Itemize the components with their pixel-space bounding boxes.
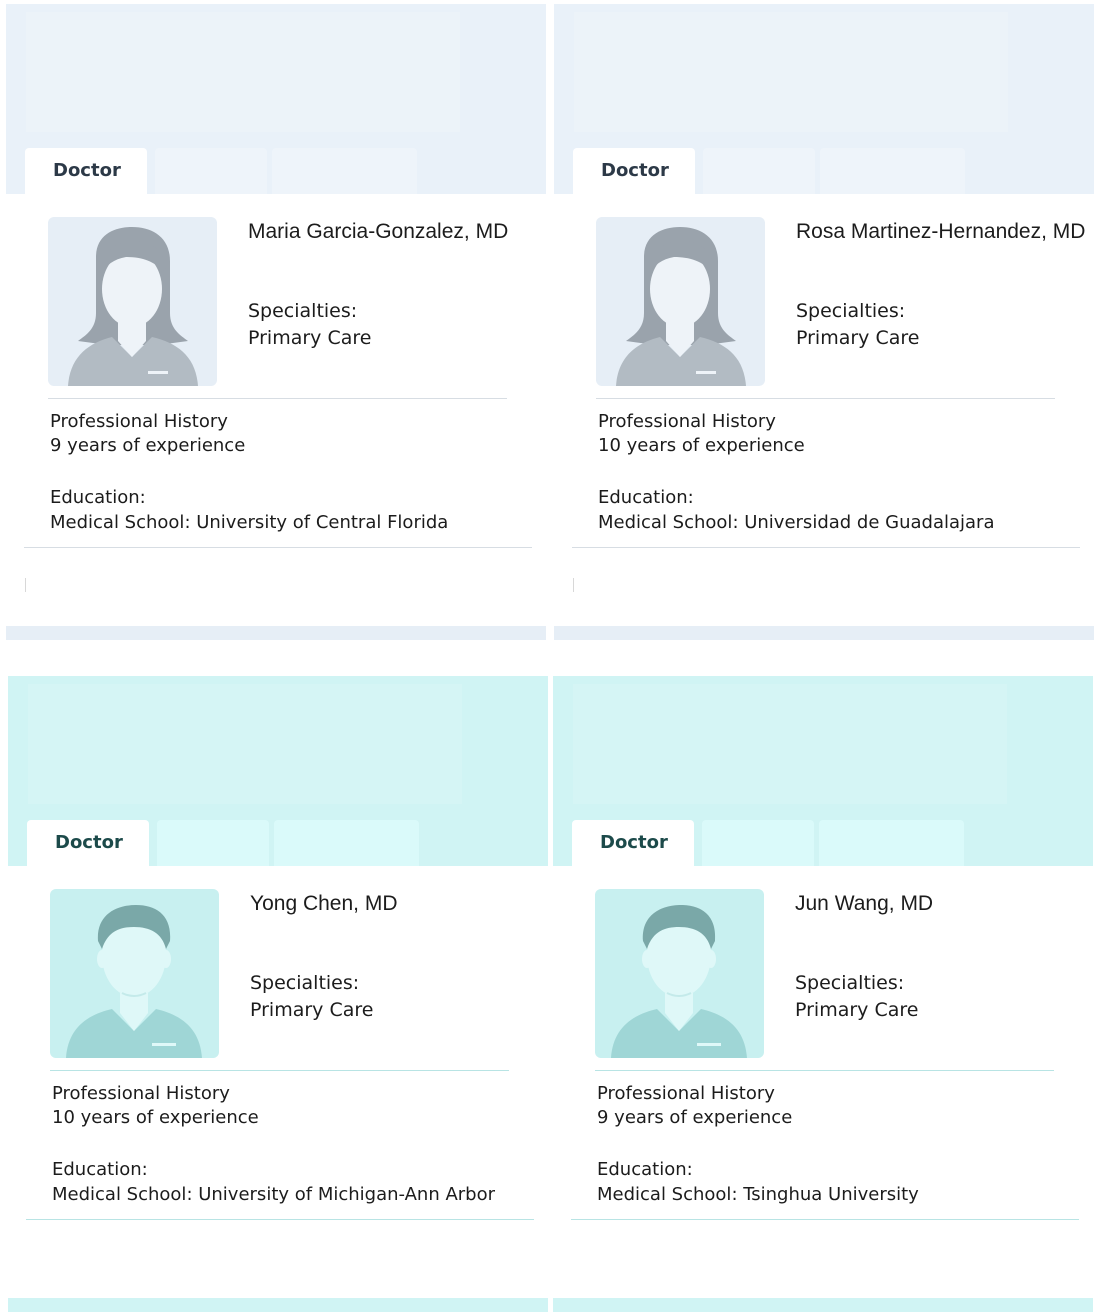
doctor-name: Rosa Martinez-Hernandez, MD [796, 220, 1086, 243]
history-label: Professional History [597, 1083, 775, 1104]
doctor-name: Maria Garcia-Gonzalez, MD [248, 220, 509, 243]
specialties-value: Primary Care [248, 327, 372, 349]
tab-doctor[interactable]: Doctor [25, 148, 147, 194]
history-label: Professional History [50, 411, 228, 432]
doctor-card: Doctor Maria Garcia-Gonzalez, MD Special… [6, 4, 546, 640]
text-cursor [573, 578, 574, 592]
history-label: Professional History [598, 411, 776, 432]
male-doctor-avatar-icon [50, 889, 219, 1058]
divider [26, 1219, 534, 1220]
banner-image [26, 12, 460, 132]
specialties-label: Specialties: [248, 300, 358, 322]
tab-secondary[interactable] [703, 148, 815, 194]
doctor-card: Doctor Rosa Martinez-Hernandez, MD Speci… [554, 4, 1094, 640]
specialties-label: Specialties: [796, 300, 906, 322]
text-cursor [25, 578, 26, 592]
divider [48, 398, 507, 399]
specialties-value: Primary Care [250, 999, 374, 1021]
education-label: Education: [52, 1159, 148, 1180]
tab-secondary[interactable] [157, 820, 269, 866]
education-label: Education: [597, 1159, 693, 1180]
experience-value: 9 years of experience [50, 435, 246, 456]
specialties-label: Specialties: [250, 972, 360, 994]
education-value: Medical School: Universidad de Guadalaja… [598, 512, 995, 533]
tab-tertiary[interactable] [819, 820, 964, 866]
specialties-label: Specialties: [795, 972, 905, 994]
tab-tertiary[interactable] [820, 148, 965, 194]
education-label: Education: [598, 487, 694, 508]
experience-value: 9 years of experience [597, 1107, 793, 1128]
female-doctor-avatar-icon [48, 217, 217, 386]
specialties-value: Primary Care [796, 327, 920, 349]
doctor-name: Yong Chen, MD [250, 892, 398, 915]
card-footer [6, 626, 546, 640]
female-doctor-avatar-icon [596, 217, 765, 386]
divider [571, 1219, 1079, 1220]
divider [596, 398, 1055, 399]
tab-tertiary[interactable] [272, 148, 417, 194]
tab-tertiary[interactable] [274, 820, 419, 866]
divider [24, 547, 532, 548]
doctor-name: Jun Wang, MD [795, 892, 934, 915]
tab-secondary[interactable] [702, 820, 814, 866]
banner-image [574, 12, 1008, 132]
experience-value: 10 years of experience [52, 1107, 259, 1128]
divider [50, 1070, 509, 1071]
tab-doctor[interactable]: Doctor [573, 148, 695, 194]
banner-image [28, 684, 462, 804]
card-footer [554, 626, 1094, 640]
tab-doctor[interactable]: Doctor [27, 820, 149, 866]
banner-image [573, 684, 1007, 804]
doctor-card: Doctor Jun Wang, MD Specialties: Primary… [553, 676, 1093, 1312]
specialties-value: Primary Care [795, 999, 919, 1021]
education-label: Education: [50, 487, 146, 508]
education-value: Medical School: University of Michigan-A… [52, 1184, 496, 1205]
education-value: Medical School: Tsinghua University [597, 1184, 919, 1205]
divider [572, 547, 1080, 548]
experience-value: 10 years of experience [598, 435, 805, 456]
male-doctor-avatar-icon [595, 889, 764, 1058]
doctor-card: Doctor Yong Chen, MD Specialties: Primar… [8, 676, 548, 1312]
education-value: Medical School: University of Central Fl… [50, 512, 449, 533]
divider [595, 1070, 1054, 1071]
tab-doctor[interactable]: Doctor [572, 820, 694, 866]
tab-secondary[interactable] [155, 148, 267, 194]
history-label: Professional History [52, 1083, 230, 1104]
